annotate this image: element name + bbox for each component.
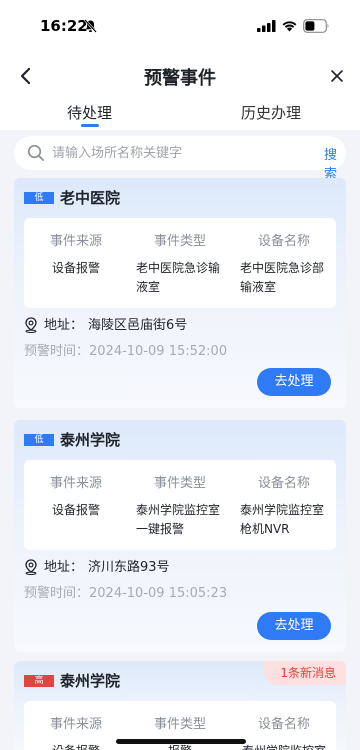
search-bar: 搜索 (14, 136, 346, 182)
device-name-value: 泰州学院监控室枪机NVR (240, 503, 325, 536)
tab-pending[interactable]: 待处理 (67, 102, 112, 123)
column-header: 事件类型 (153, 234, 206, 249)
search-icon (27, 144, 44, 161)
event-source-value: 设备报警 (51, 261, 100, 275)
column-header: 事件类型 (153, 717, 206, 732)
event-source-value: 设备报警 (51, 503, 100, 517)
event-type-value: 老中医院急诊输液室 (136, 261, 221, 294)
alert-time-label: 预警时间： (24, 586, 90, 601)
event-source-value: 设备报警 (48, 742, 104, 750)
bell-off-icon (84, 19, 97, 33)
info-column-type: 事件类型 泰州学院监控室一键报警 (128, 472, 232, 539)
address-value: 海陵区邑庙街6号 (88, 318, 188, 333)
alert-time-label: 预警时间： (24, 344, 90, 359)
event-card[interactable]: 低 泰州学院 事件来源 设备报警 事件类型 泰州学院监控室一键报警 设备名称 泰… (14, 420, 346, 652)
venue-name: 泰州学院 (60, 672, 121, 690)
signal-icon (257, 20, 276, 32)
column-header: 事件类型 (153, 476, 206, 491)
address-value: 济川东路93号 (88, 560, 170, 575)
info-column-device: 设备名称 泰州学院监控室枪机NVR (232, 472, 336, 539)
tab-bar: 待处理 历史办理 (0, 100, 360, 130)
event-card[interactable]: 高 泰州学院 1条新消息 事件来源 设备报警 事件类型 报警 设备名称 泰州学院… (14, 661, 346, 750)
event-card[interactable]: 低 老中医院 事件来源 设备报警 事件类型 老中医院急诊输液室 设备名称 老中医… (14, 178, 346, 408)
alert-time-value: 2024-10-09 15:05:23 (89, 586, 228, 601)
event-type-value: 泰州学院监控室一键报警 (136, 503, 221, 536)
tab-history[interactable]: 历史办理 (241, 102, 301, 123)
header-area: 16:22 预警事件 待处理 历史办理 (0, 0, 360, 130)
tab-active-indicator (81, 124, 99, 127)
column-header: 事件来源 (49, 234, 102, 249)
info-column-device: 设备名称 老中医院急诊部输液室 (232, 230, 336, 297)
wifi-icon (282, 21, 297, 32)
info-column-device: 设备名称 泰州学院监控室 (232, 713, 336, 750)
status-time: 16:22 (40, 17, 88, 35)
info-column-source: 事件来源 设备报警 (24, 713, 128, 750)
level-badge: 高 (24, 675, 54, 687)
venue-name: 老中医院 (60, 189, 121, 207)
status-bar: 16:22 (0, 0, 360, 54)
process-button[interactable]: 去处理 (257, 612, 331, 640)
info-column-type: 事件类型 报警 (128, 713, 232, 750)
process-button[interactable]: 去处理 (257, 368, 331, 396)
address-label: 地址： (44, 318, 84, 333)
new-message-badge: 1条新消息 (264, 661, 346, 685)
search-input[interactable] (52, 141, 292, 165)
alert-time-row: 预警时间：2024-10-09 15:05:23 (24, 582, 227, 601)
close-icon[interactable] (330, 69, 344, 83)
device-name-value: 老中医院急诊部输液室 (240, 261, 325, 294)
info-column-source: 事件来源 设备报警 (24, 230, 128, 278)
nav-bar: 预警事件 (0, 54, 360, 98)
column-header: 设备名称 (257, 234, 310, 249)
event-info-box: 事件来源 设备报警 事件类型 泰州学院监控室一键报警 设备名称 泰州学院监控室枪… (24, 460, 336, 550)
alert-time-value: 2024-10-09 15:52:00 (89, 344, 228, 359)
column-header: 事件来源 (49, 476, 102, 491)
info-column-type: 事件类型 老中医院急诊输液室 (128, 230, 232, 297)
level-badge: 低 (24, 434, 54, 446)
search-button[interactable]: 搜索 (324, 144, 346, 182)
alert-time-row: 预警时间：2024-10-09 15:52:00 (24, 340, 227, 359)
battery-icon (303, 19, 329, 33)
location-pin-icon (25, 559, 37, 575)
device-name-value: 泰州学院监控室 (238, 742, 330, 750)
column-header: 设备名称 (257, 717, 310, 732)
event-info-box: 事件来源 设备报警 事件类型 老中医院急诊输液室 设备名称 老中医院急诊部输液室 (24, 218, 336, 308)
address-label: 地址： (44, 560, 84, 575)
level-badge: 低 (24, 192, 54, 204)
home-indicator (116, 739, 246, 744)
column-header: 设备名称 (257, 476, 310, 491)
venue-name: 泰州学院 (60, 431, 121, 449)
column-header: 事件来源 (49, 717, 102, 732)
info-column-source: 事件来源 设备报警 (24, 472, 128, 520)
location-pin-icon (25, 317, 37, 333)
page-title: 预警事件 (144, 68, 216, 89)
